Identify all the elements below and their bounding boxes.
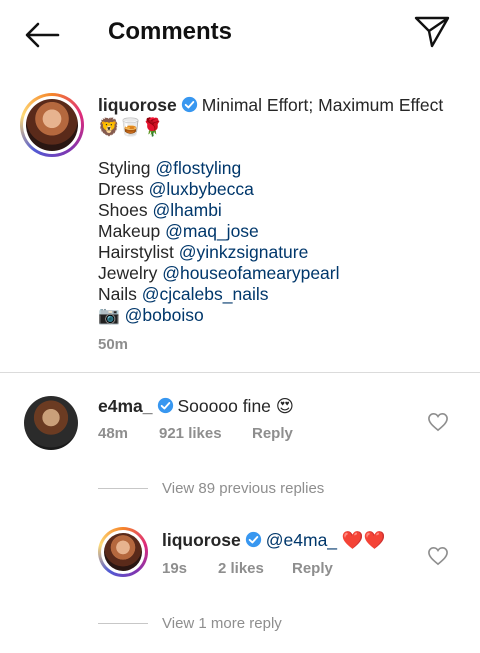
- comment-username[interactable]: e4ma_: [98, 396, 153, 416]
- reply-username[interactable]: liquorose: [162, 530, 241, 550]
- replies-divider: [98, 623, 148, 624]
- credit-line: Makeup @maq_jose: [98, 221, 259, 241]
- camera-icon: 📷: [98, 306, 120, 326]
- red-hearts-emoji: ❤️❤️: [341, 531, 386, 551]
- comment-reply-button[interactable]: Reply: [252, 425, 293, 442]
- back-arrow-icon[interactable]: [22, 20, 62, 50]
- view-previous-replies[interactable]: View 89 previous replies: [162, 480, 324, 497]
- like-heart-icon[interactable]: [427, 546, 449, 566]
- reply-mention[interactable]: @e4ma_: [266, 530, 337, 550]
- comment-timestamp: 48m: [98, 425, 129, 442]
- heart-eyes-emoji: 😍: [275, 397, 295, 417]
- mention-link[interactable]: @lhambi: [153, 200, 222, 220]
- mention-link[interactable]: @yinkzsignature: [179, 242, 309, 262]
- reply-line: liquorose @e4ma_ ❤️❤️: [162, 530, 386, 551]
- replies-divider: [98, 488, 148, 489]
- caption-avatar[interactable]: [20, 93, 84, 157]
- comment-line: e4ma_ Sooooo fine 😍: [98, 396, 294, 417]
- mention-link[interactable]: @luxbybecca: [149, 179, 254, 199]
- caption-emojis: 🦁🥃🌹: [98, 118, 164, 138]
- comment-likes[interactable]: 921 likes: [159, 425, 222, 442]
- reply-timestamp: 19s: [162, 560, 188, 577]
- divider: [0, 372, 480, 373]
- verified-badge-icon: [245, 531, 261, 548]
- reply-likes[interactable]: 2 likes: [218, 560, 264, 577]
- mention-link[interactable]: @flostyling: [155, 158, 241, 178]
- reply-reply-button[interactable]: Reply: [292, 560, 333, 577]
- mention-link[interactable]: @houseofamearypearl: [162, 263, 339, 283]
- verified-badge-icon: [157, 397, 173, 414]
- caption-timestamp: 50m: [98, 336, 129, 353]
- credit-line: Hairstylist @yinkzsignature: [98, 242, 309, 262]
- credit-line: Dress @luxbybecca: [98, 179, 254, 199]
- caption-username[interactable]: liquorose: [98, 95, 177, 115]
- like-heart-icon[interactable]: [427, 412, 449, 432]
- mention-link[interactable]: @maq_jose: [165, 221, 259, 241]
- reply-avatar[interactable]: [98, 527, 148, 577]
- mention-link[interactable]: @cjcalebs_nails: [142, 284, 269, 304]
- credit-line: Nails @cjcalebs_nails: [98, 284, 269, 304]
- paper-plane-icon[interactable]: [412, 14, 452, 50]
- comment-avatar[interactable]: [24, 396, 78, 450]
- mention-link[interactable]: @boboiso: [125, 305, 204, 325]
- verified-badge-icon: [181, 96, 197, 113]
- comment-body: Sooooo fine: [177, 396, 271, 416]
- caption-credits: Styling @flostyling Dress @luxbybecca Sh…: [98, 158, 340, 327]
- credit-line: 📷 @boboiso: [98, 305, 340, 327]
- page-title: Comments: [108, 18, 233, 45]
- view-more-reply[interactable]: View 1 more reply: [162, 615, 282, 632]
- caption-body: Minimal Effort; Maximum Effect: [201, 95, 444, 115]
- credit-line: Shoes @lhambi: [98, 200, 222, 220]
- credit-line: Styling @flostyling: [98, 158, 242, 178]
- credit-line: Jewelry @houseofamearypearl: [98, 263, 340, 283]
- caption-text: liquorose Minimal Effort; Maximum Effect …: [98, 94, 448, 139]
